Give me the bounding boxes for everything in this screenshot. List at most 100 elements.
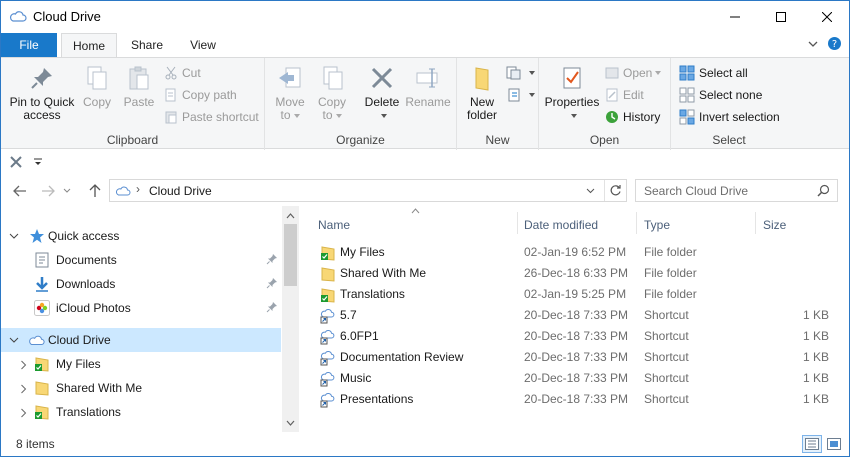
properties-button[interactable]: Properties xyxy=(544,64,600,122)
easy-access-button[interactable] xyxy=(506,85,535,105)
file-list: Name Date modified Type Size My Files 02-… xyxy=(306,206,848,432)
close-button[interactable] xyxy=(804,1,849,32)
paste-button[interactable]: Paste xyxy=(120,64,158,109)
delete-button[interactable]: Delete xyxy=(362,64,402,122)
file-row[interactable]: Presentations 20-Dec-18 7:33 PM Shortcut 1 … xyxy=(316,389,836,410)
edit-button[interactable]: Edit xyxy=(605,85,644,105)
scroll-down-icon[interactable] xyxy=(286,420,295,426)
cut-label: Cut xyxy=(182,66,201,80)
shortcut-icon xyxy=(320,309,335,324)
invert-selection-button[interactable]: Invert selection xyxy=(679,107,780,127)
column-type[interactable]: Type xyxy=(644,214,670,238)
file-row[interactable]: Translations 02-Jan-19 5:25 PM File folder xyxy=(316,284,836,305)
file-row[interactable]: 6.0FP1 20-Dec-18 7:33 PM Shortcut 1 KB xyxy=(316,326,836,347)
chevron-down-icon[interactable] xyxy=(8,337,20,344)
tab-view[interactable]: View xyxy=(175,33,231,57)
cloud-icon xyxy=(9,11,27,22)
nav-scrollbar-thumb[interactable] xyxy=(284,224,297,286)
copy-to-button[interactable]: Copy to xyxy=(313,64,351,122)
nav-downloads[interactable]: Downloads xyxy=(1,272,281,296)
chevron-right-icon[interactable] xyxy=(18,360,30,370)
refresh-icon[interactable] xyxy=(609,184,622,197)
column-size[interactable]: Size xyxy=(763,214,786,238)
folder-icon xyxy=(35,381,49,396)
select-none-button[interactable]: Select none xyxy=(679,85,762,105)
file-row[interactable]: Music 20-Dec-18 7:33 PM Shortcut 1 KB xyxy=(316,368,836,389)
nav-translations[interactable]: Translations xyxy=(1,400,281,424)
chevron-right-icon[interactable] xyxy=(18,408,30,418)
new-folder-label: New folder xyxy=(466,95,498,122)
new-group-label: New xyxy=(485,133,510,147)
copy-path-label: Copy path xyxy=(182,88,237,102)
file-type: File folder xyxy=(644,266,697,280)
copy-path-button[interactable]: Copy path xyxy=(164,85,237,105)
nav-shared-with-me[interactable]: Shared With Me xyxy=(1,376,281,400)
star-icon xyxy=(30,229,44,243)
breadcrumb-cloud-drive[interactable]: Cloud Drive xyxy=(149,184,212,198)
pin-to-quick-access-button[interactable]: Pin to Quick access xyxy=(6,64,78,122)
x-icon[interactable] xyxy=(9,155,23,169)
move-to-button[interactable]: Move to xyxy=(272,64,308,122)
select-all-button[interactable]: Select all xyxy=(679,63,748,83)
nav-icloud-photos[interactable]: iCloud Photos xyxy=(1,296,281,320)
column-date-modified[interactable]: Date modified xyxy=(524,214,598,238)
clipboard-group: Pin to Quick access Copy Paste Cut Copy … xyxy=(1,58,265,150)
rename-button[interactable]: Rename xyxy=(405,64,451,109)
chevron-down-icon[interactable] xyxy=(586,188,595,194)
column-name[interactable]: Name xyxy=(318,214,350,238)
chevron-down-icon[interactable] xyxy=(807,37,819,51)
tab-home[interactable]: Home xyxy=(61,33,117,58)
cut-button[interactable]: Cut xyxy=(164,63,201,83)
nav-quick-access[interactable]: Quick access xyxy=(1,224,281,248)
pin-icon[interactable] xyxy=(266,277,278,289)
file-name: My Files xyxy=(340,245,385,259)
up-button[interactable] xyxy=(85,182,105,200)
file-row[interactable]: Shared With Me 26-Dec-18 6:33 PM File fold… xyxy=(316,263,836,284)
new-item-button[interactable] xyxy=(506,63,535,83)
new-folder-button[interactable]: New folder xyxy=(463,64,501,122)
search-input[interactable]: Search Cloud Drive xyxy=(635,179,838,202)
paste-label: Paste xyxy=(123,95,155,109)
nav-documents[interactable]: Documents xyxy=(1,248,281,272)
search-placeholder: Search Cloud Drive xyxy=(644,184,749,198)
open-button[interactable]: Open xyxy=(605,63,662,83)
quick-access-toolbar xyxy=(1,150,849,174)
nav-cloud-drive[interactable]: Cloud Drive xyxy=(1,328,281,352)
tab-share[interactable]: Share xyxy=(119,33,175,57)
large-icons-view-button[interactable] xyxy=(824,435,844,453)
history-button[interactable]: History xyxy=(605,107,660,127)
help-icon[interactable]: ? xyxy=(827,36,842,51)
rename-label: Rename xyxy=(405,95,451,109)
download-icon xyxy=(36,277,48,292)
nav-my-files[interactable]: My Files xyxy=(1,352,281,376)
copy-button[interactable]: Copy xyxy=(79,64,115,109)
scroll-up-icon[interactable] xyxy=(286,213,295,219)
chevron-down-icon[interactable] xyxy=(8,233,20,240)
file-row[interactable]: My Files 02-Jan-19 6:52 PM File folder xyxy=(316,242,836,263)
delete-label: Delete xyxy=(365,95,399,122)
pin-icon[interactable] xyxy=(266,253,278,265)
nav-scrollbar[interactable] xyxy=(282,206,299,432)
maximize-button[interactable] xyxy=(758,1,804,32)
pin-icon xyxy=(31,68,52,89)
arrow-right-icon xyxy=(42,185,55,197)
file-date: 20-Dec-18 7:33 PM xyxy=(524,392,629,406)
forward-button[interactable] xyxy=(38,182,58,200)
chevron-right-icon[interactable] xyxy=(18,384,30,394)
customize-toolbar-icon[interactable] xyxy=(33,158,43,166)
new-group: New folder New xyxy=(457,58,539,150)
details-view-button[interactable] xyxy=(802,435,822,453)
tab-file[interactable]: File xyxy=(1,33,57,57)
file-row[interactable]: Documentation Review 20-Dec-18 7:33 PM Sho… xyxy=(316,347,836,368)
back-button[interactable] xyxy=(10,182,30,200)
pin-icon[interactable] xyxy=(266,301,278,313)
folder-synced-icon xyxy=(35,405,49,420)
file-date: 26-Dec-18 6:33 PM xyxy=(524,266,629,280)
minimize-button[interactable] xyxy=(712,1,758,32)
address-bar[interactable]: › Cloud Drive xyxy=(109,179,627,202)
paste-shortcut-button[interactable]: Paste shortcut xyxy=(164,107,259,127)
recent-locations-button[interactable] xyxy=(60,182,74,200)
file-date: 20-Dec-18 7:33 PM xyxy=(524,350,629,364)
file-row[interactable]: 5.7 20-Dec-18 7:33 PM Shortcut 1 KB xyxy=(316,305,836,326)
paste-shortcut-icon xyxy=(165,111,177,124)
